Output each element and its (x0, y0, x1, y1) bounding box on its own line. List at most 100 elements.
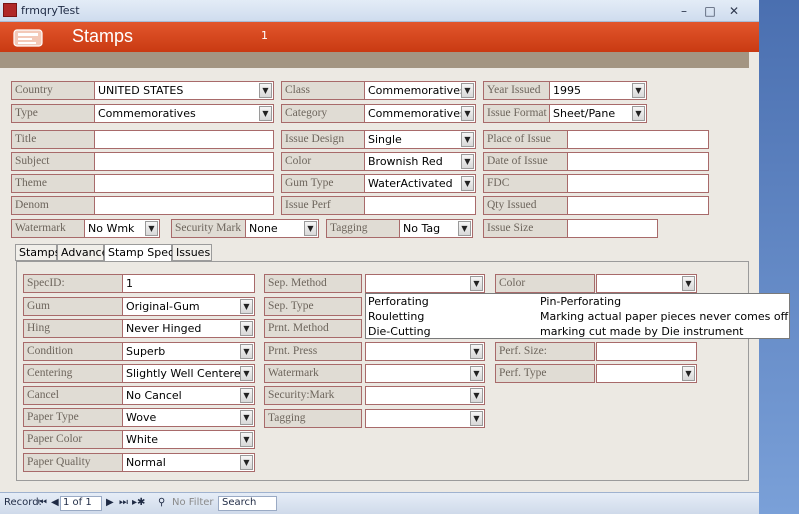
form-title: Stamps (72, 26, 134, 46)
place-of-issue-field[interactable] (567, 130, 709, 149)
chevron-down-icon[interactable]: ▼ (240, 344, 253, 359)
fdc-field[interactable] (567, 174, 709, 193)
option-name-perforating[interactable]: Perforating (368, 295, 429, 308)
type-select[interactable]: Commemoratives ▼ (94, 104, 274, 123)
chevron-down-icon[interactable]: ▼ (240, 299, 253, 314)
chevron-down-icon[interactable]: ▼ (458, 221, 471, 236)
gum-type-select[interactable]: WaterActivated ▼ (364, 174, 476, 193)
color-select[interactable]: Brownish Red ▼ (364, 152, 476, 171)
tagging-select[interactable]: No Tag ▼ (399, 219, 473, 238)
class-value: Commemoratives (368, 84, 466, 97)
class-select[interactable]: Commemoratives ▼ (364, 81, 476, 100)
close-button[interactable]: ✕ (722, 3, 746, 19)
paper-color-select[interactable]: White ▼ (122, 430, 255, 449)
chevron-down-icon[interactable]: ▼ (632, 106, 645, 121)
chevron-down-icon[interactable]: ▼ (240, 455, 253, 470)
tab-advance[interactable]: Advance (57, 244, 108, 261)
cancel-select[interactable]: No Cancel ▼ (122, 386, 255, 405)
tab-issues[interactable]: Issues (172, 244, 212, 261)
security-mark-select[interactable]: None ▼ (245, 219, 319, 238)
option-name-rouletting[interactable]: Rouletting (368, 310, 424, 323)
issue-perf-field[interactable] (364, 196, 476, 215)
sep-method-select[interactable]: ▼ (365, 274, 485, 293)
specid-label: SpecID: (23, 274, 123, 293)
gum-select[interactable]: Original-Gum ▼ (122, 297, 255, 316)
paper-type-select[interactable]: Wove ▼ (122, 408, 255, 427)
specs-watermark-select[interactable]: ▼ (365, 364, 485, 383)
denom-field[interactable] (94, 196, 274, 215)
first-record-icon[interactable]: ⏮ (38, 497, 47, 508)
no-filter-button[interactable]: No Filter (172, 497, 214, 508)
sep-method-dropdown-list[interactable]: Perforating Pin-Perforating Rouletting M… (365, 293, 790, 339)
subject-field[interactable] (94, 152, 274, 171)
tab-stamp-specs[interactable]: Stamp Specs (104, 244, 180, 262)
chevron-down-icon[interactable]: ▼ (461, 154, 474, 169)
option-desc-die-cutting[interactable]: marking cut made by Die instrument (540, 325, 744, 338)
chevron-down-icon[interactable]: ▼ (145, 221, 158, 236)
prnt-press-select[interactable]: ▼ (365, 342, 485, 361)
chevron-down-icon[interactable]: ▼ (240, 410, 253, 425)
chevron-down-icon[interactable]: ▼ (470, 411, 483, 426)
chevron-down-icon[interactable]: ▼ (632, 83, 645, 98)
specs-security-mark-select[interactable]: ▼ (365, 386, 485, 405)
issue-design-select[interactable]: Single ▼ (364, 130, 476, 149)
date-of-issue-field[interactable] (567, 152, 709, 171)
next-record-icon[interactable]: ▶ (106, 497, 114, 508)
hing-select[interactable]: Never Hinged ▼ (122, 319, 255, 338)
title-field[interactable] (94, 130, 274, 149)
perf-size-field[interactable] (596, 342, 697, 361)
last-record-icon[interactable]: ⏭ (119, 497, 128, 508)
option-name-die-cutting[interactable]: Die-Cutting (368, 325, 431, 338)
chevron-down-icon[interactable]: ▼ (259, 106, 272, 121)
place-of-issue-label: Place of Issue (483, 130, 568, 149)
option-desc-perforating[interactable]: Pin-Perforating (540, 295, 621, 308)
perf-type-select[interactable]: ▼ (596, 364, 697, 383)
country-value: UNITED STATES (98, 84, 184, 97)
chevron-down-icon[interactable]: ▼ (470, 366, 483, 381)
specs-watermark-label: Watermark (264, 364, 362, 383)
chevron-down-icon[interactable]: ▼ (240, 388, 253, 403)
chevron-down-icon[interactable]: ▼ (461, 176, 474, 191)
chevron-down-icon[interactable]: ▼ (304, 221, 317, 236)
chevron-down-icon[interactable]: ▼ (461, 83, 474, 98)
chevron-down-icon[interactable]: ▼ (259, 83, 272, 98)
specid-field[interactable]: 1 (122, 274, 255, 293)
centering-select[interactable]: Slightly Well Centered ▼ (122, 364, 255, 383)
chevron-down-icon[interactable]: ▼ (240, 366, 253, 381)
category-label: Category (281, 104, 365, 123)
category-select[interactable]: Commemoratives ▼ (364, 104, 476, 123)
qty-issued-field[interactable] (567, 196, 709, 215)
chevron-down-icon[interactable]: ▼ (240, 321, 253, 336)
class-label: Class (281, 81, 365, 100)
maximize-button[interactable]: □ (698, 3, 722, 19)
theme-field[interactable] (94, 174, 274, 193)
issue-size-field[interactable] (567, 219, 658, 238)
chevron-down-icon[interactable]: ▼ (240, 432, 253, 447)
chevron-down-icon[interactable]: ▼ (470, 388, 483, 403)
specs-security-mark-label: Security:Mark (264, 386, 362, 405)
year-issued-select[interactable]: 1995 ▼ (549, 81, 647, 100)
chevron-down-icon[interactable]: ▼ (682, 276, 695, 291)
issue-format-select[interactable]: Sheet/Pane ▼ (549, 104, 647, 123)
condition-select[interactable]: Superb ▼ (122, 342, 255, 361)
chevron-down-icon[interactable]: ▼ (461, 132, 474, 147)
watermark-select[interactable]: No Wmk ▼ (84, 219, 160, 238)
tab-stamps[interactable]: Stamps (15, 244, 60, 261)
minimize-button[interactable]: – (672, 3, 696, 19)
new-record-icon[interactable]: ▸✱ (132, 497, 145, 508)
option-desc-rouletting[interactable]: Marking actual paper pieces never comes … (540, 310, 788, 323)
country-select[interactable]: UNITED STATES ▼ (94, 81, 274, 100)
sep-method-label: Sep. Method (264, 274, 362, 293)
chevron-down-icon[interactable]: ▼ (470, 344, 483, 359)
chevron-down-icon[interactable]: ▼ (461, 106, 474, 121)
form-window: frmqryTest – □ ✕ Stamps 1 Country UNITED… (0, 0, 759, 514)
color-label: Color (281, 152, 365, 171)
previous-record-icon[interactable]: ◀ (51, 497, 59, 508)
paper-quality-select[interactable]: Normal ▼ (122, 453, 255, 472)
chevron-down-icon[interactable]: ▼ (682, 366, 695, 381)
watermark-value: No Wmk (88, 222, 135, 235)
specs-tagging-select[interactable]: ▼ (365, 409, 485, 428)
prnt-method-label: Prnt. Method (264, 319, 362, 338)
specs-color-select[interactable]: ▼ (596, 274, 697, 293)
chevron-down-icon[interactable]: ▼ (470, 276, 483, 291)
